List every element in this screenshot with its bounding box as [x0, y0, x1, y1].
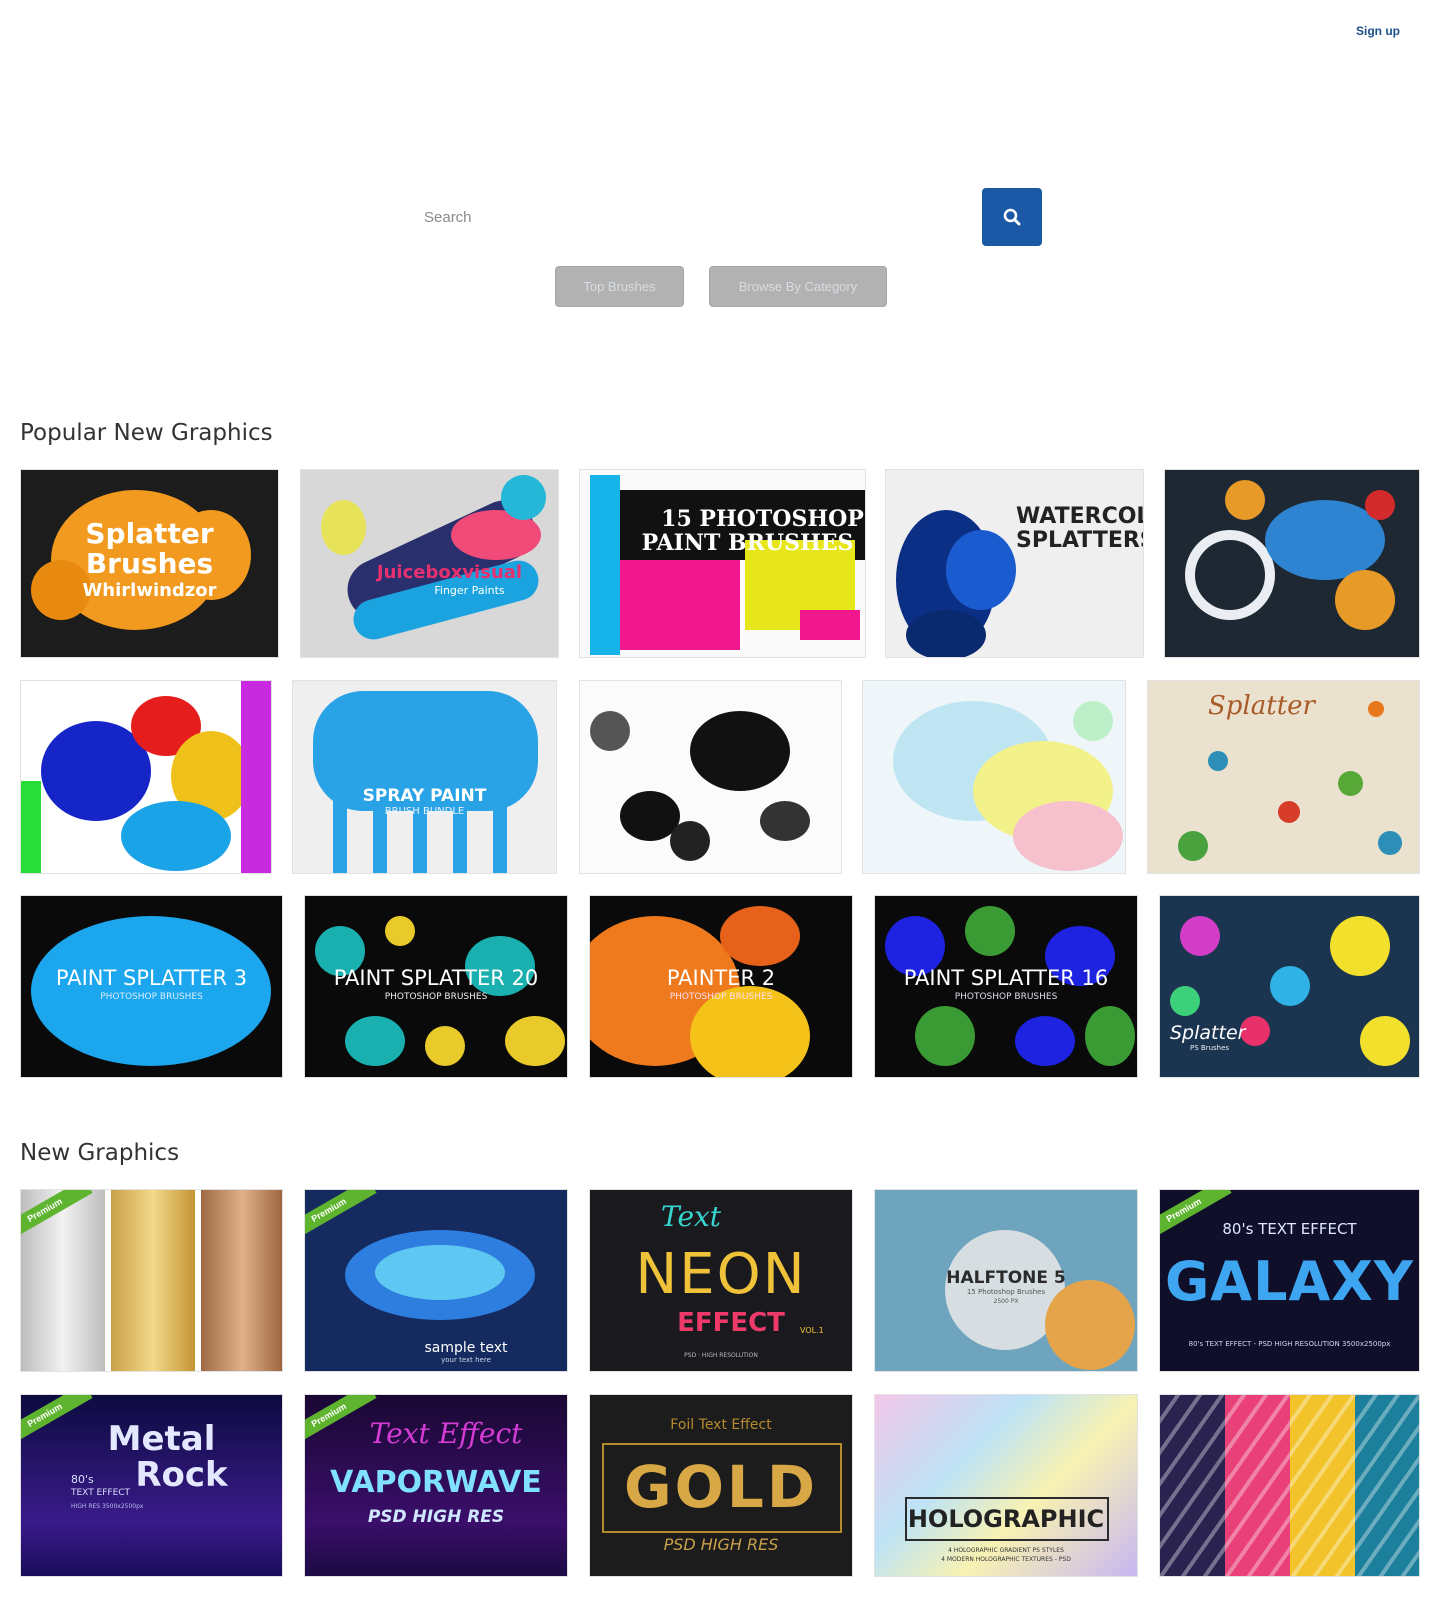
- card-caption: HIGH RES 3500x2500px: [71, 1503, 144, 1510]
- search-icon: [1003, 208, 1021, 226]
- card-title: Splatter: [1208, 691, 1315, 721]
- card-effect: TEXT EFFECT: [71, 1488, 131, 1498]
- graphic-card[interactable]: [862, 680, 1126, 874]
- card-caption: PSD HIGH RES: [367, 1507, 505, 1527]
- card-title: Juiceboxvisual: [376, 562, 523, 583]
- graphic-card[interactable]: PAINTER 2 PHOTOSHOP BRUSHES: [589, 895, 853, 1078]
- card-subtitle: your text here: [441, 1356, 491, 1364]
- card-title: 15 PHOTOSHOP: [661, 506, 864, 532]
- search-bar: [408, 188, 1042, 246]
- popular-section-title: Popular New Graphics: [20, 420, 273, 446]
- card-subtitle: PHOTOSHOP BRUSHES: [954, 992, 1058, 1002]
- graphic-card[interactable]: HOLOGRAPHIC 4 HOLOGRAPHIC GRADIENT PS ST…: [874, 1394, 1138, 1577]
- card-title: Splatter: [1170, 1022, 1246, 1044]
- card-title: Text Effect: [369, 1417, 523, 1450]
- graphic-card[interactable]: SPRAY PAINT BRUSH BUNDLE: [292, 680, 557, 874]
- graphic-card[interactable]: [1159, 1394, 1420, 1577]
- card-subtitle: 4 HOLOGRAPHIC GRADIENT PS STYLES: [948, 1547, 1064, 1554]
- card-title: PAINT SPLATTER 3: [55, 966, 248, 990]
- graphic-card[interactable]: PAINT SPLATTER 3 PHOTOSHOP BRUSHES: [20, 895, 283, 1078]
- graphic-card[interactable]: 15 PHOTOSHOP PAINT BRUSHES: [579, 469, 866, 658]
- graphic-card[interactable]: Splatter PS Brushes: [1159, 895, 1420, 1078]
- new-graphics-section-title: New Graphics: [20, 1140, 180, 1166]
- graphic-card[interactable]: Splatter Brushes Whirlwindzor: [20, 469, 279, 658]
- card-subtitle: SPLATTERS: [1016, 528, 1144, 553]
- card-subtitle: PHOTOSHOP BRUSHES: [100, 992, 203, 1002]
- card-years: 80's: [71, 1473, 94, 1486]
- card-title: SPRAY PAINT: [362, 786, 487, 806]
- card-subtitle: GOLD: [623, 1453, 818, 1521]
- top-brushes-button[interactable]: Top Brushes: [555, 266, 684, 307]
- graphic-card[interactable]: Juiceboxvisual Finger Paints: [300, 469, 559, 658]
- card-title: 80's TEXT EFFECT: [1222, 1220, 1357, 1238]
- card-subtitle: PHOTOSHOP BRUSHES: [384, 992, 488, 1002]
- card-title: sample text: [424, 1340, 508, 1356]
- card-size: 2500 PX: [993, 1298, 1019, 1305]
- premium-badge: Premium: [305, 1190, 377, 1243]
- graphic-card[interactable]: Splatter: [1147, 680, 1420, 874]
- graphic-card[interactable]: HALFTONE 5 15 Photoshop Brushes 2500 PX: [874, 1189, 1138, 1372]
- graphic-card[interactable]: PAINT SPLATTER 16 PHOTOSHOP BRUSHES: [874, 895, 1138, 1078]
- card-subtitle: PS Brushes: [1190, 1044, 1230, 1052]
- card-subtitle: PAINT BRUSHES: [641, 530, 854, 556]
- graphic-card[interactable]: [579, 680, 842, 874]
- graphic-card[interactable]: sample text your text here Premium: [304, 1189, 568, 1372]
- card-title: Splatter: [85, 517, 214, 550]
- card-caption: PSD · HIGH RESOLUTION: [684, 1352, 758, 1359]
- card-author: Whirlwindzor: [82, 580, 217, 601]
- card-caption: 80's TEXT EFFECT - PSD HIGH RESOLUTION 3…: [1188, 1340, 1391, 1348]
- card-caption: PSD HIGH RES: [663, 1535, 779, 1554]
- graphic-card[interactable]: Text Effect VAPORWAVE PSD HIGH RES Premi…: [304, 1394, 568, 1577]
- graphic-card[interactable]: 80's TEXT EFFECT GALAXY 80's TEXT EFFECT…: [1159, 1189, 1420, 1372]
- card-title: PAINTER 2: [666, 966, 776, 990]
- card-title: HOLOGRAPHIC: [907, 1505, 1105, 1533]
- card-title: PAINT SPLATTER 16: [903, 966, 1109, 990]
- graphic-card[interactable]: Foil Text Effect GOLD PSD HIGH RES: [589, 1394, 853, 1577]
- graphic-card[interactable]: [1164, 469, 1420, 658]
- card-title: WATERCOLOR: [1016, 504, 1143, 529]
- card-subtitle: PHOTOSHOP BRUSHES: [669, 992, 773, 1002]
- card-subtitle: Brushes: [85, 547, 214, 580]
- card-subtitle: GALAXY: [1164, 1250, 1415, 1313]
- card-volume: VOL.1: [800, 1326, 824, 1335]
- card-caption: 4 MODERN HOLOGRAPHIC TEXTURES - PSD: [941, 1556, 1071, 1563]
- card-title: Foil Text Effect: [670, 1417, 772, 1433]
- card-title: Metal: [107, 1419, 216, 1459]
- card-title: PAINT SPLATTER 20: [333, 966, 539, 990]
- card-subtitle: NEON: [635, 1242, 807, 1307]
- graphic-card[interactable]: Text NEON EFFECT VOL.1 PSD · HIGH RESOLU…: [589, 1189, 853, 1372]
- card-title: HALFTONE 5: [946, 1268, 1066, 1288]
- card-subtitle: 15 Photoshop Brushes: [966, 1288, 1046, 1296]
- search-input[interactable]: [408, 188, 978, 246]
- search-button[interactable]: [982, 188, 1042, 246]
- signup-link[interactable]: Sign up: [1356, 24, 1400, 38]
- browse-by-category-button[interactable]: Browse By Category: [709, 266, 887, 307]
- graphic-card[interactable]: WATERCOLOR SPLATTERS: [885, 469, 1144, 658]
- card-subtitle: VAPORWAVE: [330, 1465, 542, 1500]
- card-subtitle: BRUSH BUNDLE: [384, 806, 465, 817]
- card-subtitle: Finger Paints: [434, 584, 505, 597]
- graphic-card[interactable]: [20, 680, 272, 874]
- graphic-card[interactable]: Premium: [20, 1189, 283, 1372]
- graphic-card[interactable]: Metal Rock 80's TEXT EFFECT HIGH RES 350…: [20, 1394, 283, 1577]
- card-title: Text: [660, 1200, 722, 1233]
- graphic-card[interactable]: PAINT SPLATTER 20 PHOTOSHOP BRUSHES: [304, 895, 568, 1078]
